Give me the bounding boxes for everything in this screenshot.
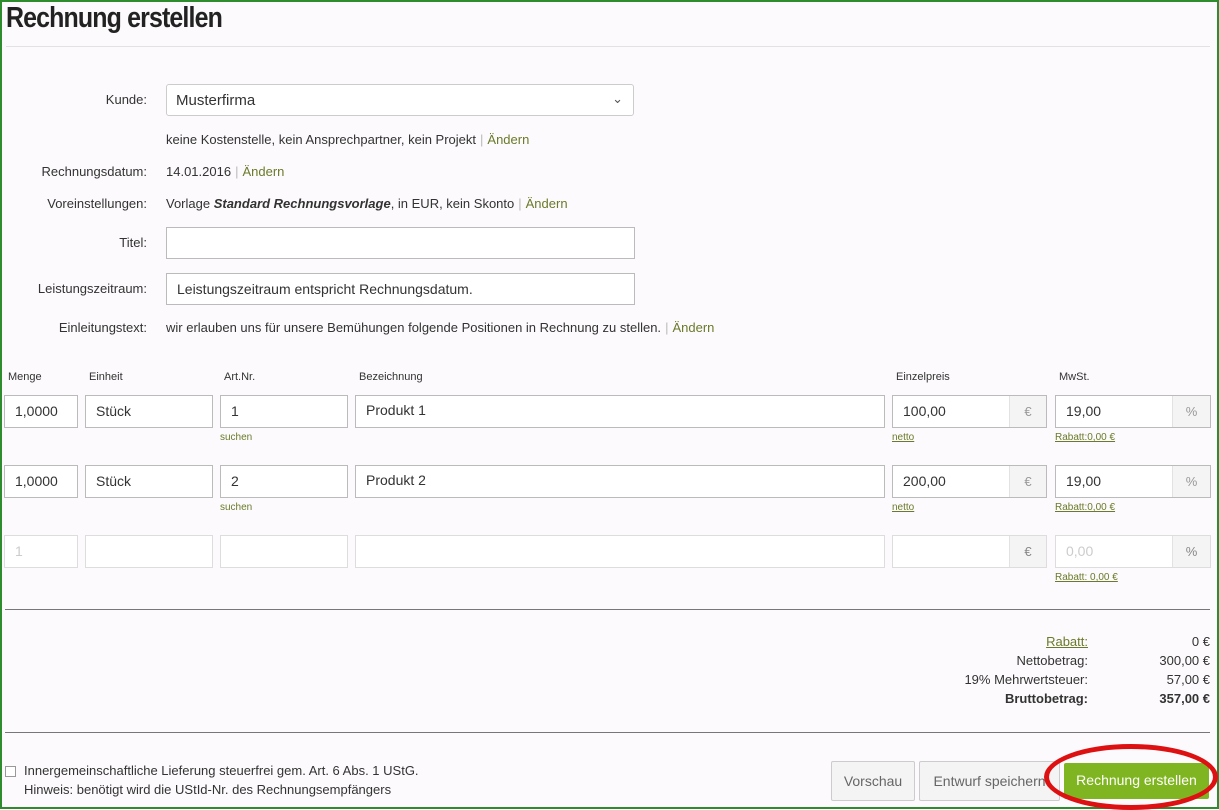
row1-menge-input[interactable]: 1,0000 (4, 395, 78, 428)
einleitung-row: wir erlauben uns für unsere Bemühungen f… (166, 320, 714, 335)
einleitung-label: Einleitungstext: (58, 320, 147, 335)
voreinst-label: Voreinstellungen: (47, 196, 147, 211)
row2-artnr-input[interactable]: 2 (220, 465, 348, 498)
row2-netto-link[interactable]: netto (892, 502, 914, 513)
row2-currency-addon: € (1009, 466, 1046, 497)
col-header-menge: Menge (8, 371, 42, 383)
totals-mwst-value: 57,00 € (1166, 672, 1210, 687)
voreinst-template: Standard Rechnungsvorlage (213, 196, 391, 211)
table-divider (5, 609, 1210, 610)
row2-einheit-input[interactable]: Stück (85, 465, 213, 498)
titel-input[interactable] (166, 227, 635, 259)
totals-netto-value: 300,00 € (1159, 653, 1210, 668)
voreinst-prefix: Vorlage (166, 196, 214, 211)
new-row-einheit-input[interactable] (85, 535, 213, 568)
col-header-mwst: MwSt. (1059, 371, 1090, 383)
page-title: Rechnung erstellen (6, 2, 223, 34)
datum-value: 14.01.2016 (166, 164, 232, 179)
row2-menge-input[interactable]: 1,0000 (4, 465, 78, 498)
new-row-menge-input[interactable]: 1 (4, 535, 78, 568)
totals-rabatt-link[interactable]: Rabatt: (1046, 634, 1088, 649)
col-header-einzelpreis: Einzelpreis (896, 371, 950, 383)
row2-percent-addon: % (1172, 466, 1210, 497)
totals-brutto-value: 357,00 € (1159, 691, 1210, 706)
col-header-einheit: Einheit (89, 371, 123, 383)
row1-currency-addon: € (1009, 396, 1046, 427)
preview-button[interactable]: Vorschau (831, 761, 915, 801)
row2-rabatt-link[interactable]: Rabatt:0,00 € (1055, 502, 1115, 513)
col-header-bezeichnung: Bezeichnung (359, 371, 423, 383)
kunde-details: keine Kostenstelle, kein Ansprechpartner… (166, 132, 529, 147)
new-row-percent-addon: % (1172, 536, 1210, 567)
titel-label: Titel: (119, 235, 147, 250)
col-header-artnr: Art.Nr. (224, 371, 256, 383)
kunde-label: Kunde: (105, 92, 147, 107)
row1-artnr-input[interactable]: 1 (220, 395, 348, 428)
save-draft-button[interactable]: Entwurf speichern (919, 761, 1060, 801)
row1-search-link[interactable]: suchen (220, 432, 252, 443)
new-row-bezeichnung-input[interactable] (355, 535, 885, 568)
datum-label: Rechnungsdatum: (41, 164, 147, 179)
chevron-down-icon: ⌄ (612, 91, 623, 106)
new-row-rabatt-link[interactable]: Rabatt: 0,00 € (1055, 572, 1118, 583)
ustid-hint: Hinweis: benötigt wird die UStId-Nr. des… (24, 782, 392, 797)
title-divider (6, 46, 1210, 47)
datum-row: 14.01.2016 | Ändern (166, 164, 284, 179)
voreinst-row: Vorlage Standard Rechnungsvorlage, in EU… (166, 196, 568, 211)
row1-netto-link[interactable]: netto (892, 432, 914, 443)
leistung-input[interactable]: Leistungszeitraum entspricht Rechnungsda… (166, 273, 635, 305)
einleitung-change-link[interactable]: Ändern (672, 320, 714, 335)
kunde-change-link[interactable]: Ändern (487, 132, 529, 147)
datum-change-link[interactable]: Ändern (242, 164, 284, 179)
totals-divider (5, 732, 1210, 733)
voreinst-suffix: , in EUR, kein Skonto (390, 196, 515, 211)
separator: | (518, 196, 522, 211)
row2-search-link[interactable]: suchen (220, 502, 252, 513)
totals-netto-label: Nettobetrag: (1016, 653, 1088, 668)
checkbox-label: Innergemeinschaftliche Lieferung steuerf… (24, 763, 419, 778)
totals-brutto-label: Bruttobetrag: (1004, 691, 1088, 706)
new-row-artnr-input[interactable] (220, 535, 348, 568)
row1-bezeichnung-input[interactable]: Produkt 1 (355, 395, 885, 428)
voreinst-change-link[interactable]: Ändern (526, 196, 568, 211)
innergemeinschaftlich-checkbox[interactable] (5, 766, 16, 777)
einleitung-value: wir erlauben uns für unsere Bemühungen f… (166, 320, 662, 335)
row2-bezeichnung-input[interactable]: Produkt 2 (355, 465, 885, 498)
row1-rabatt-link[interactable]: Rabatt:0,00 € (1055, 432, 1115, 443)
separator: | (480, 132, 484, 147)
row1-percent-addon: % (1172, 396, 1210, 427)
kunde-select-value: Musterfirma (176, 92, 256, 109)
new-row-currency-addon: € (1009, 536, 1046, 567)
kunde-details-text: keine Kostenstelle, kein Ansprechpartner… (166, 132, 477, 147)
kunde-select[interactable]: Musterfirma ⌄ (166, 84, 634, 116)
totals-rabatt-value: 0 € (1191, 634, 1210, 649)
separator: | (235, 164, 239, 179)
highlight-ellipse (1044, 744, 1218, 810)
leistung-label: Leistungszeitraum: (37, 281, 147, 296)
separator: | (665, 320, 669, 335)
totals-mwst-label: 19% Mehrwertsteuer: (964, 672, 1088, 687)
row1-einheit-input[interactable]: Stück (85, 395, 213, 428)
